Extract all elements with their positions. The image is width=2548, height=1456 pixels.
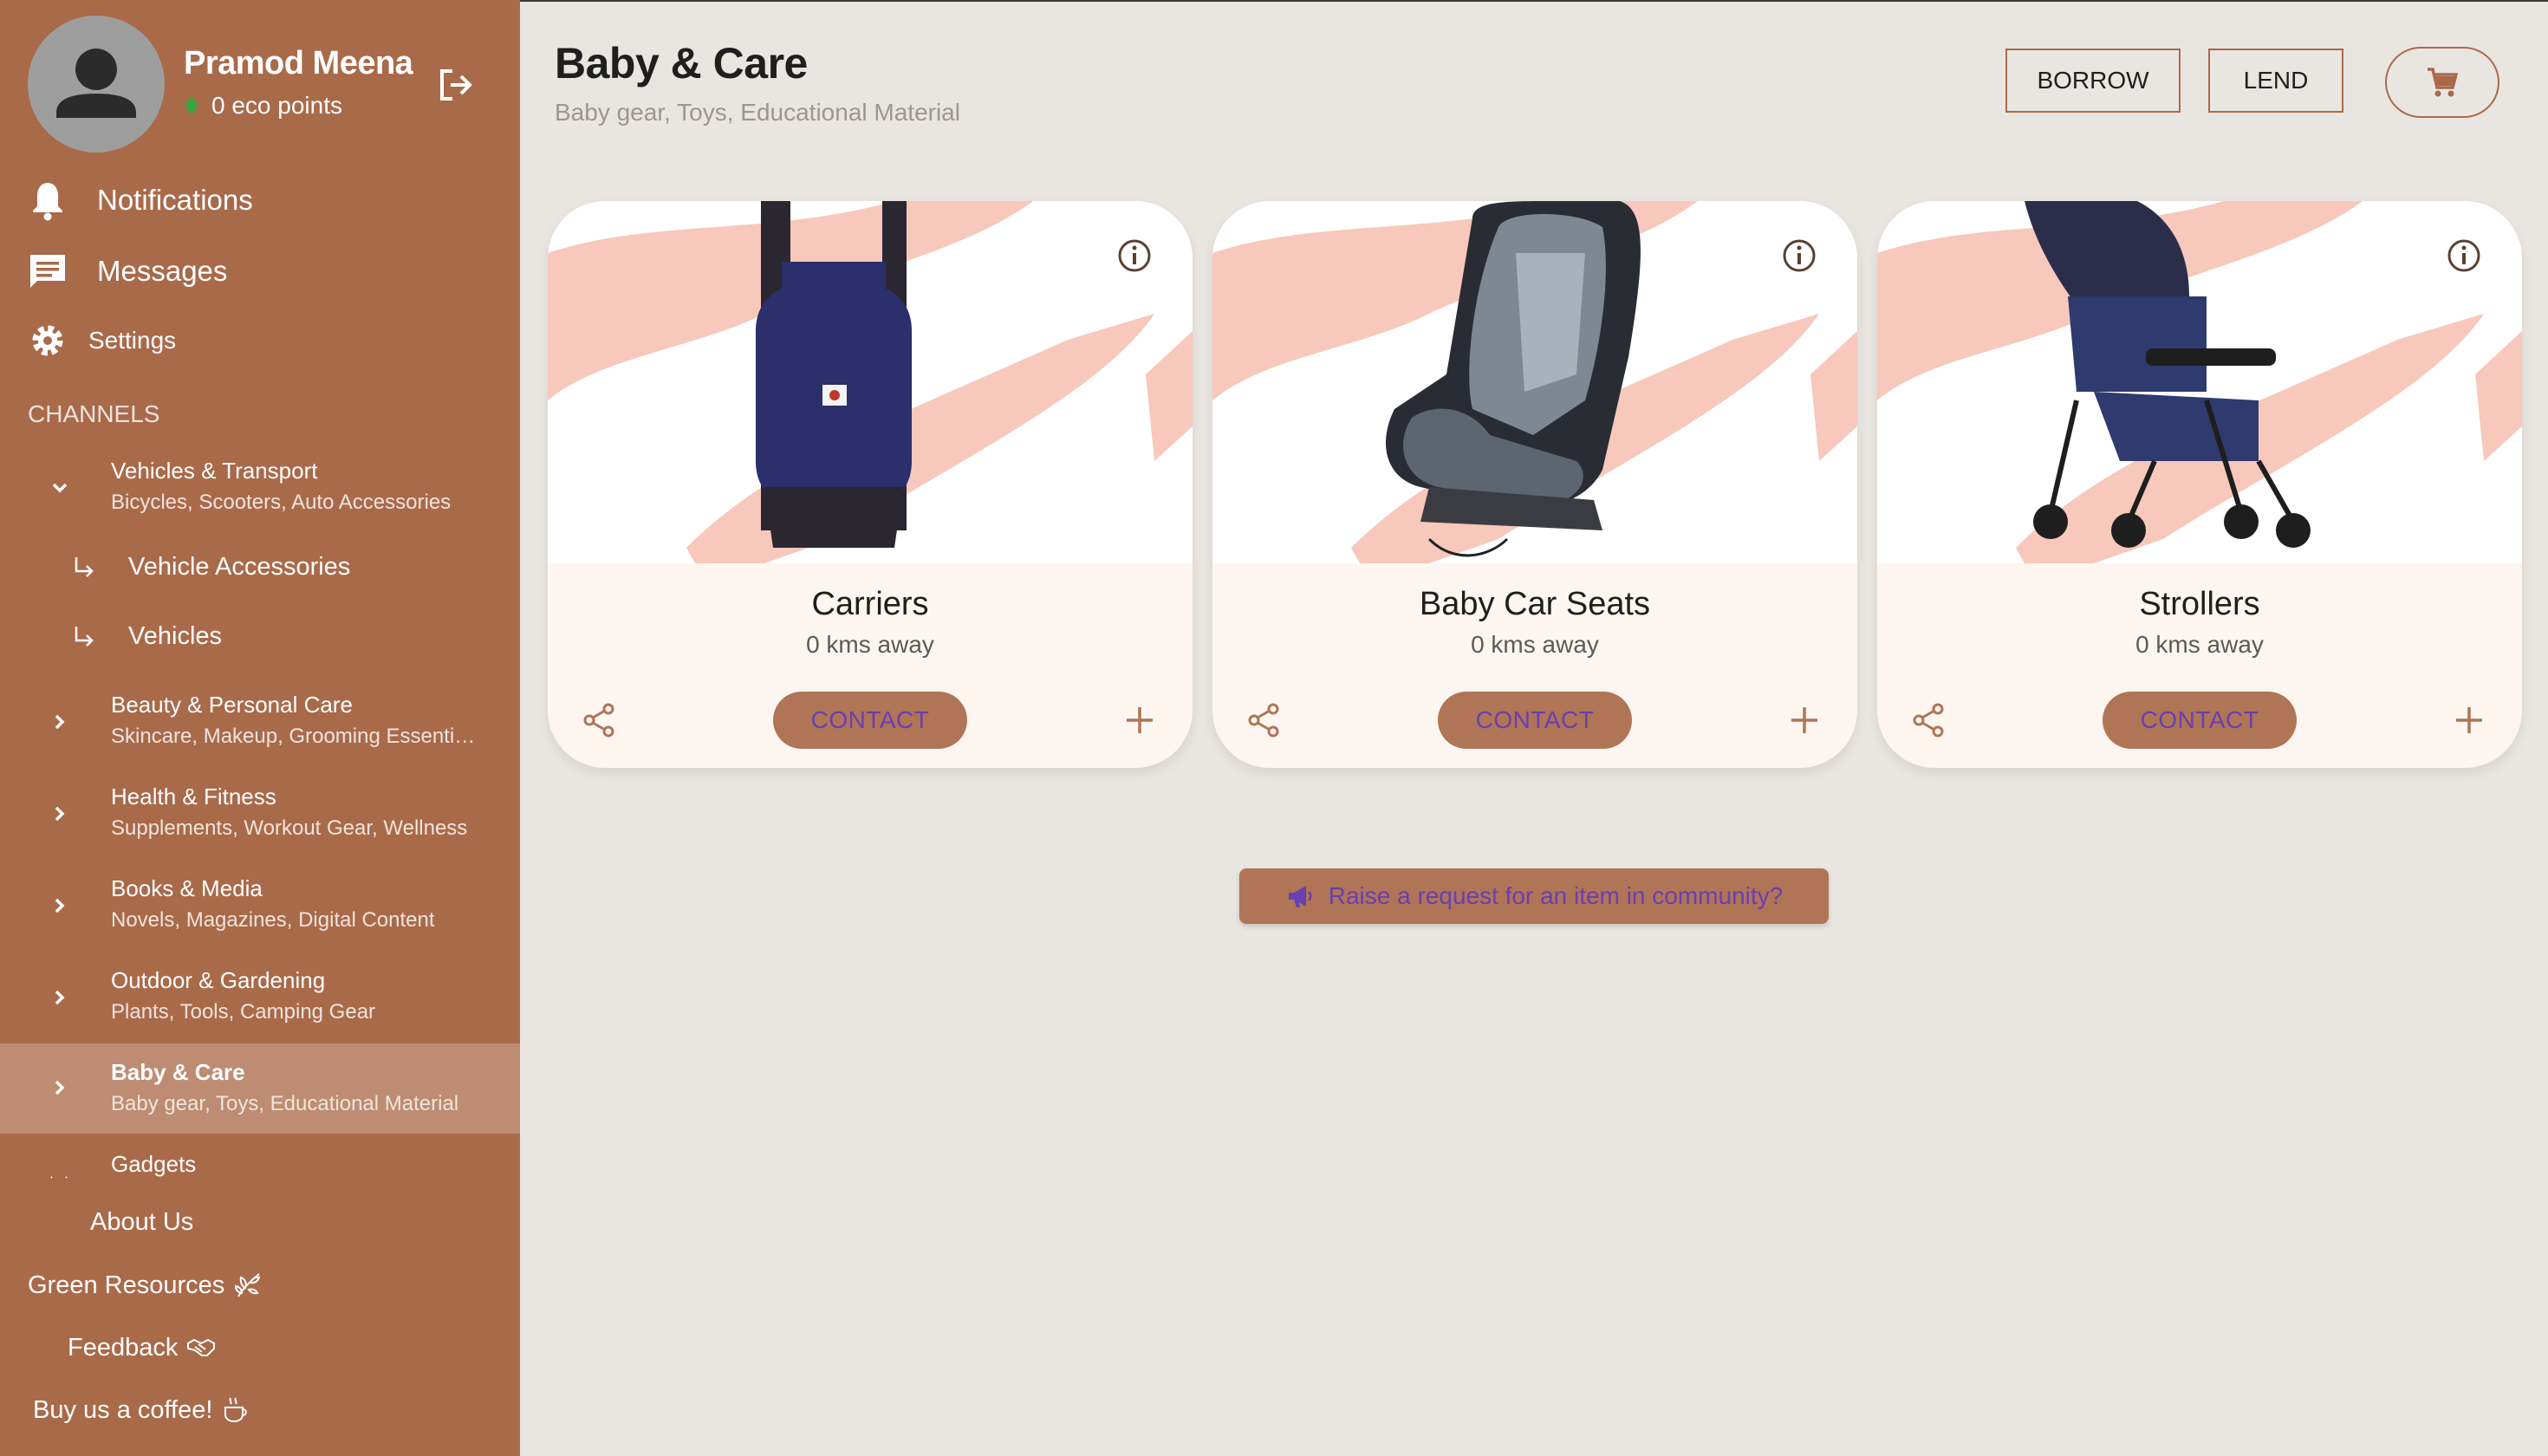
product-image-car-seat bbox=[1212, 201, 1857, 563]
handshake-icon bbox=[187, 1338, 216, 1356]
carrier-image bbox=[548, 201, 1193, 563]
channel-title: Books & Media bbox=[111, 875, 263, 901]
channels-heading: CHANNELS bbox=[28, 400, 160, 427]
add-icon[interactable] bbox=[1784, 700, 1824, 740]
avatar[interactable] bbox=[28, 16, 165, 153]
product-card-baby-car-seats[interactable]: Baby Car Seats 0 kms away CONTACT bbox=[1212, 201, 1857, 768]
product-name: Carriers bbox=[811, 586, 929, 622]
share-icon[interactable] bbox=[1244, 700, 1284, 740]
chevron-right-icon bbox=[55, 898, 65, 913]
herb-icon bbox=[235, 1273, 261, 1297]
subdirectory-arrow-icon bbox=[75, 556, 94, 577]
chevron-right-icon bbox=[55, 990, 65, 1005]
green-resources-link[interactable]: Green Resources bbox=[28, 1271, 263, 1300]
channel-subtitle: Bicycles, Scooters, Auto Accessories bbox=[111, 491, 452, 514]
info-icon[interactable] bbox=[1779, 236, 1819, 276]
coffee-icon bbox=[224, 1397, 248, 1423]
contact-button[interactable]: CONTACT bbox=[773, 692, 967, 749]
feedback-link[interactable]: Feedback bbox=[68, 1333, 216, 1362]
chevron-right-icon bbox=[50, 1176, 68, 1179]
channel-vehicles-transport[interactable]: Vehicles & Transport Bicycles, Scooters,… bbox=[0, 445, 520, 536]
stroller-image bbox=[1877, 201, 2522, 563]
channel-beauty-personal-care[interactable]: Beauty & Personal Care Skincare, Makeup,… bbox=[0, 679, 520, 770]
channel-title: Baby & Care bbox=[111, 1059, 245, 1085]
info-icon[interactable] bbox=[1115, 236, 1154, 276]
nav-messages[interactable]: Messages bbox=[26, 250, 227, 293]
channel-books-media[interactable]: Books & Media Novels, Magazines, Digital… bbox=[0, 863, 520, 953]
chevron-right-icon bbox=[55, 714, 65, 730]
nav-notifications[interactable]: Notifications bbox=[26, 179, 253, 222]
subchannel-vehicles[interactable]: Vehicles bbox=[71, 622, 222, 651]
cart-icon bbox=[2428, 68, 2459, 97]
leaf-icon bbox=[185, 97, 198, 114]
share-icon[interactable] bbox=[579, 700, 619, 740]
feedback-label: Feedback bbox=[68, 1333, 179, 1362]
channel-health-fitness[interactable]: Health & Fitness Supplements, Workout Ge… bbox=[0, 771, 520, 861]
raise-request-label: Raise a request for an item in community… bbox=[1328, 882, 1784, 909]
megaphone-icon bbox=[1288, 886, 1312, 907]
product-card-strollers[interactable]: Strollers 0 kms away CONTACT bbox=[1877, 201, 2522, 768]
page-title: Baby & Care bbox=[555, 39, 808, 88]
add-icon[interactable] bbox=[1120, 700, 1160, 740]
contact-button[interactable]: CONTACT bbox=[1438, 692, 1632, 749]
about-us-link[interactable]: About Us bbox=[90, 1208, 193, 1237]
subchannel-label: Vehicles bbox=[128, 622, 223, 650]
user-name: Pramod Meena bbox=[184, 45, 413, 81]
nav-settings-label: Settings bbox=[88, 327, 177, 354]
gear-icon bbox=[26, 319, 69, 362]
channel-title: Health & Fitness bbox=[111, 783, 276, 809]
subchannel-vehicle-accessories[interactable]: Vehicle Accessories bbox=[71, 553, 350, 582]
chevron-down-icon bbox=[52, 483, 68, 493]
logout-icon[interactable] bbox=[437, 66, 475, 104]
message-icon bbox=[26, 250, 69, 293]
channel-outdoor-gardening[interactable]: Outdoor & Gardening Plants, Tools, Campi… bbox=[0, 955, 520, 1045]
product-distance: 0 kms away bbox=[2135, 631, 2264, 658]
product-name: Baby Car Seats bbox=[1419, 586, 1651, 622]
contact-button[interactable]: CONTACT bbox=[2103, 692, 2297, 749]
raise-request-button[interactable]: Raise a request for an item in community… bbox=[1239, 868, 1829, 924]
add-icon[interactable] bbox=[2449, 700, 2489, 740]
channel-subtitle: Supplements, Workout Gear, Wellness bbox=[111, 816, 468, 840]
nav-settings[interactable]: Settings bbox=[26, 319, 176, 362]
channel-subtitle: Novels, Magazines, Digital Content bbox=[111, 908, 435, 932]
bell-icon bbox=[26, 179, 69, 222]
channel-subtitle: Baby gear, Toys, Educational Material bbox=[111, 1092, 459, 1115]
product-card-carriers[interactable]: Carriers 0 kms away CONTACT bbox=[548, 201, 1193, 768]
subchannel-label: Vehicle Accessories bbox=[128, 553, 351, 581]
chevron-right-icon bbox=[55, 1080, 65, 1095]
eco-points: 0 eco points bbox=[184, 92, 342, 120]
product-image-carrier bbox=[548, 201, 1193, 563]
product-name: Strollers bbox=[2139, 586, 2260, 622]
channel-title: Gadgets bbox=[111, 1151, 197, 1177]
about-us-label: About Us bbox=[90, 1208, 194, 1236]
borrow-button[interactable]: BORROW bbox=[2005, 49, 2181, 113]
channel-title: Beauty & Personal Care bbox=[111, 692, 353, 718]
channel-title: Outdoor & Gardening bbox=[111, 967, 326, 993]
chevron-right-icon bbox=[55, 806, 65, 822]
sidebar: Pramod Meena 0 eco points Notifications … bbox=[0, 0, 520, 1456]
lend-button[interactable]: LEND bbox=[2208, 49, 2343, 113]
product-distance: 0 kms away bbox=[1471, 631, 1599, 658]
nav-notifications-label: Notifications bbox=[97, 184, 253, 216]
product-image-stroller bbox=[1877, 201, 2522, 563]
cart-button[interactable] bbox=[2385, 47, 2499, 118]
channel-baby-care[interactable]: Baby & Care Baby gear, Toys, Educational… bbox=[0, 1043, 520, 1134]
info-icon[interactable] bbox=[2444, 236, 2484, 276]
channel-title: Vehicles & Transport bbox=[111, 458, 318, 484]
channel-subtitle: Skincare, Makeup, Grooming Essentials bbox=[111, 725, 478, 748]
share-icon[interactable] bbox=[1908, 700, 1948, 740]
buy-coffee-label: Buy us a coffee! bbox=[33, 1395, 213, 1424]
buy-coffee-link[interactable]: Buy us a coffee! bbox=[33, 1395, 250, 1425]
product-distance: 0 kms away bbox=[806, 631, 934, 658]
green-resources-label: Green Resources bbox=[28, 1271, 225, 1299]
nav-messages-label: Messages bbox=[97, 255, 228, 287]
channel-subtitle: Plants, Tools, Camping Gear bbox=[111, 1000, 376, 1024]
channel-gadgets[interactable]: Gadgets bbox=[0, 1137, 520, 1189]
subdirectory-arrow-icon bbox=[75, 626, 94, 647]
eco-points-text: 0 eco points bbox=[211, 92, 342, 119]
car-seat-image bbox=[1212, 201, 1857, 563]
person-icon bbox=[56, 49, 136, 118]
page-subtitle: Baby gear, Toys, Educational Material bbox=[555, 99, 960, 126]
